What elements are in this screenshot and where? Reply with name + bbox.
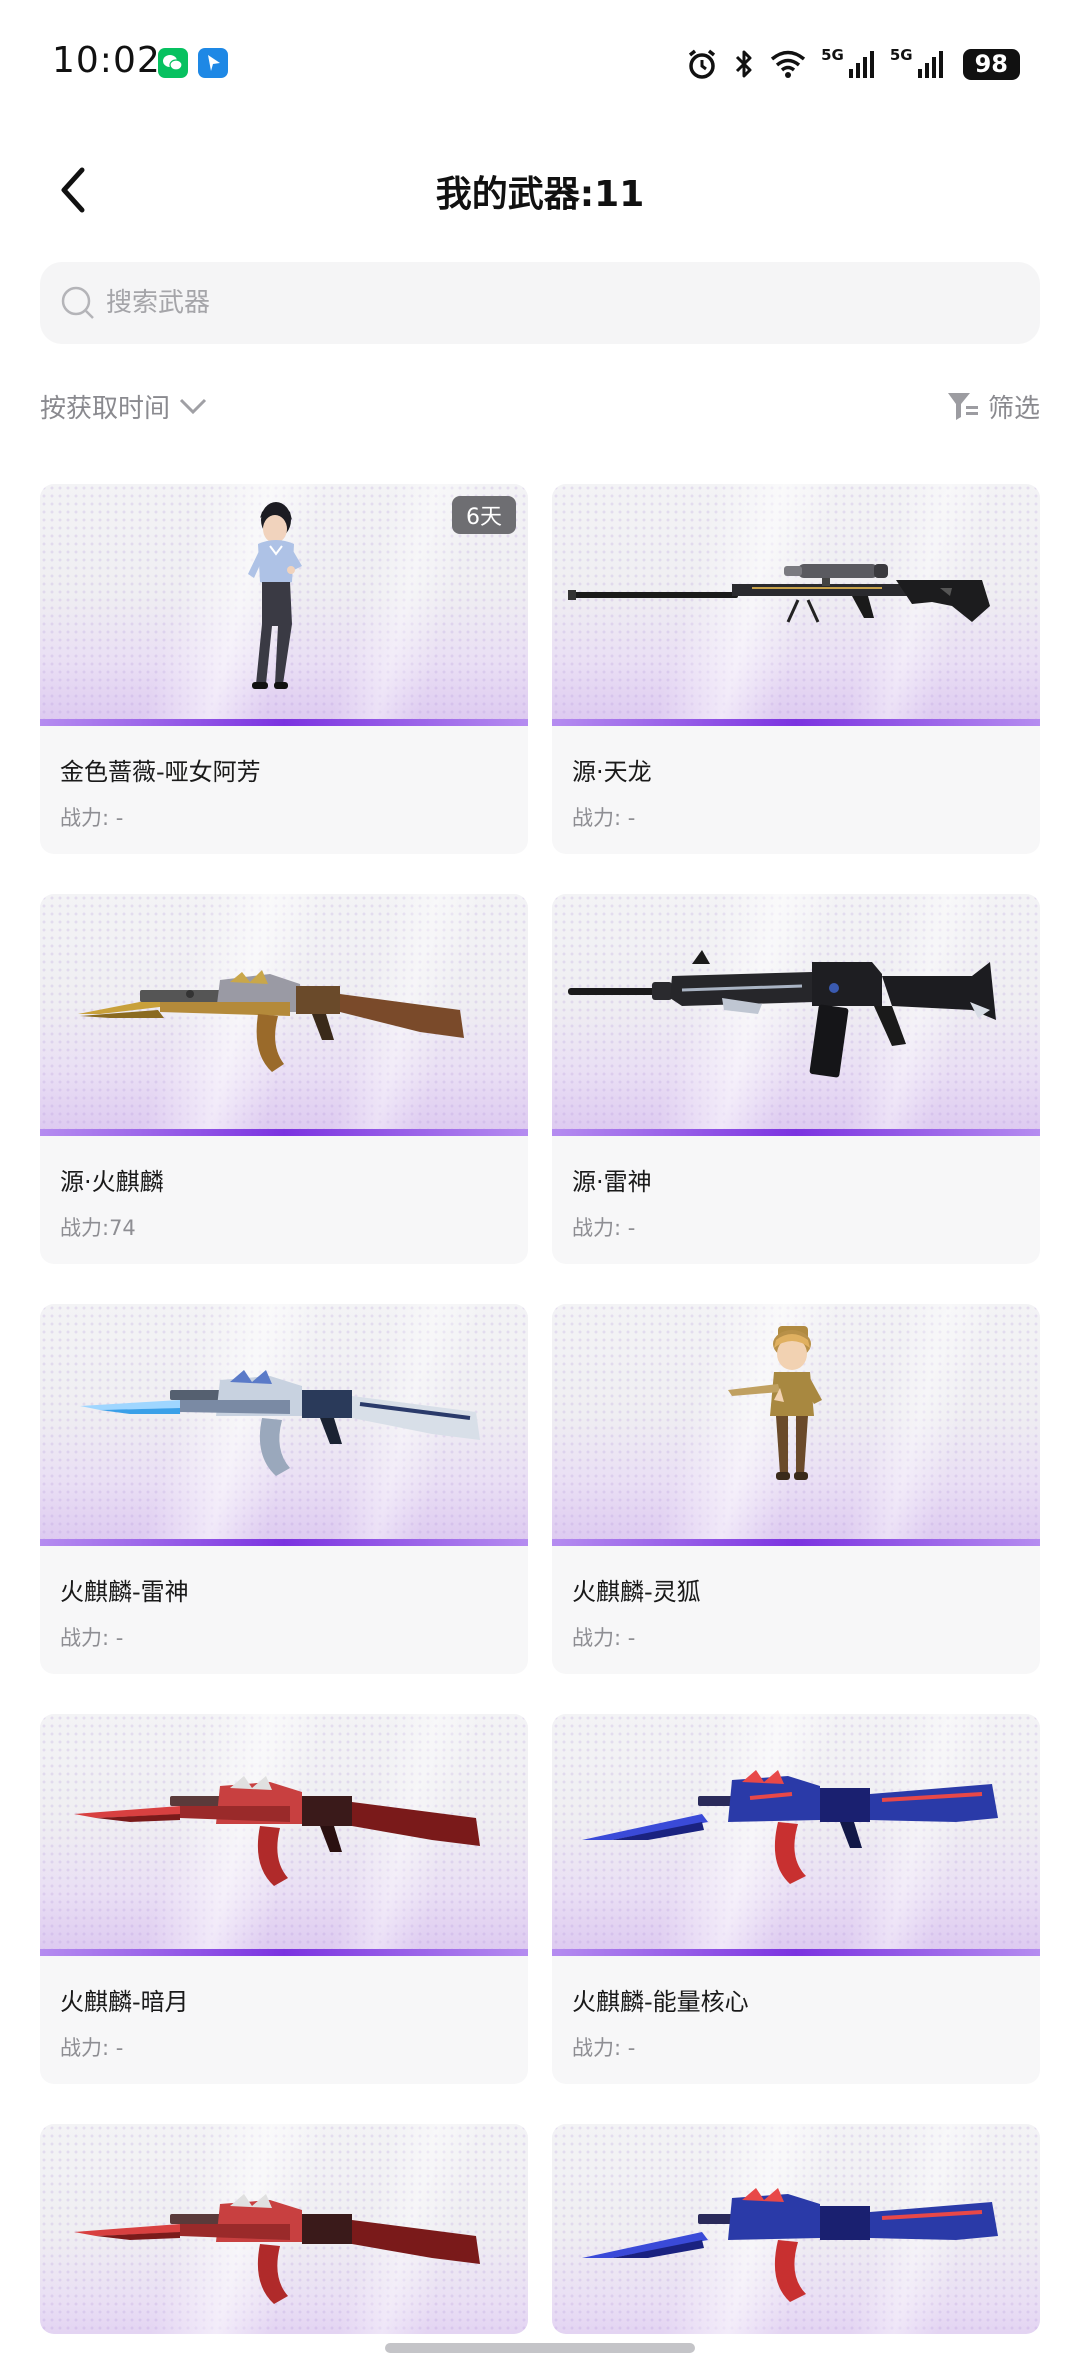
weapon-name: 源·天龙	[572, 758, 652, 786]
network-label: 5G	[889, 46, 913, 64]
ak-gold-image	[78, 970, 464, 1072]
rarity-bar	[40, 1129, 528, 1136]
weapon-power: 战力: -	[60, 1626, 124, 1650]
expiry-badge: 6天	[452, 496, 516, 534]
weapon-power: 战力:74	[60, 1216, 136, 1240]
rarity-bar	[552, 1129, 1040, 1136]
ak-blue-silver-image	[80, 1370, 480, 1476]
character-girl-image	[728, 1326, 822, 1480]
chevron-down-icon	[179, 398, 207, 415]
weapon-image	[552, 894, 1040, 1136]
weapon-image	[40, 2124, 528, 2334]
weapon-power: 战力: -	[60, 806, 124, 830]
status-icons: 5G 5G 98	[685, 44, 1020, 84]
ak-red-image	[74, 1776, 480, 1886]
sort-dropdown[interactable]: 按获取时间	[40, 386, 208, 426]
search-icon	[61, 286, 94, 319]
weapon-name: 源·火麒麟	[60, 1168, 164, 1196]
weapon-image	[40, 1304, 528, 1546]
ak-red-image	[74, 2194, 480, 2304]
weapon-name: 源·雷神	[572, 1168, 652, 1196]
wifi-icon	[769, 49, 807, 79]
weapon-image	[552, 484, 1040, 726]
weapon-name: 金色蔷薇-哑女阿芳	[60, 758, 261, 786]
weapon-card[interactable]: 火麒麟-暗月 战力: -	[40, 1714, 528, 2084]
weapon-card[interactable]: 源·火麒麟 战力:74	[40, 894, 528, 1264]
weapon-name: 火麒麟-雷神	[60, 1578, 189, 1606]
signal-5g-icon	[917, 49, 945, 79]
filter-button[interactable]: 筛选	[946, 386, 1040, 426]
ak-blue-red-image	[582, 1770, 998, 1884]
alarm-icon	[685, 47, 719, 81]
weapon-card[interactable]: 源·天龙 战力: -	[552, 484, 1040, 854]
rarity-bar	[552, 1539, 1040, 1546]
weapon-card[interactable]	[552, 2124, 1040, 2334]
m4-black-image	[568, 950, 996, 1078]
weapon-card[interactable]: 火麒麟-雷神 战力: -	[40, 1304, 528, 1674]
ak-blue-red-image	[582, 2188, 998, 2302]
home-indicator[interactable]	[385, 2343, 695, 2353]
weapon-image	[552, 2124, 1040, 2334]
weapon-name: 火麒麟-暗月	[60, 1988, 189, 2016]
sniper-rifle-image	[568, 564, 990, 623]
filter-icon	[947, 393, 978, 420]
weapon-card[interactable]	[40, 2124, 528, 2334]
rarity-bar	[552, 1949, 1040, 1956]
weapon-image	[552, 1714, 1040, 1956]
battery-indicator: 98	[962, 48, 1020, 80]
rarity-bar	[40, 719, 528, 726]
weapon-name: 火麒麟-能量核心	[572, 1988, 749, 2016]
weapon-power: 战力: -	[572, 1626, 636, 1650]
search-input[interactable]	[106, 288, 986, 318]
rarity-bar	[40, 1949, 528, 1956]
weapon-grid: 6天 金色蔷薇-哑女阿芳 战力: - 源·天龙 战力: - 源·火麒麟 战力:7…	[40, 484, 1040, 2334]
weapon-image	[40, 1714, 528, 1956]
weapon-power: 战力: -	[60, 2036, 124, 2060]
weapon-name: 火麒麟-灵狐	[572, 1578, 701, 1606]
weapon-card[interactable]: 火麒麟-能量核心 战力: -	[552, 1714, 1040, 2084]
sort-label: 按获取时间	[40, 393, 171, 424]
weapon-card[interactable]: 火麒麟-灵狐 战力: -	[552, 1304, 1040, 1674]
weapon-image	[40, 894, 528, 1136]
filter-label: 筛选	[987, 393, 1040, 424]
weapon-power: 战力: -	[572, 1216, 636, 1240]
weapon-image	[552, 1304, 1040, 1546]
rarity-bar	[40, 1539, 528, 1546]
rarity-bar	[552, 719, 1040, 726]
weapon-power: 战力: -	[572, 806, 636, 830]
wechat-icon	[158, 48, 188, 78]
network-label: 5G	[821, 46, 844, 64]
maps-icon	[198, 48, 228, 78]
page-title: 我的武器:11	[435, 174, 645, 215]
status-bar: 10:02 5G 5G 98	[0, 0, 1080, 130]
status-time: 10:02	[52, 40, 161, 81]
search-bar[interactable]	[40, 262, 1040, 344]
weapon-card[interactable]: 源·雷神 战力: -	[552, 894, 1040, 1264]
signal-5g-icon	[848, 49, 876, 79]
weapon-card[interactable]: 6天 金色蔷薇-哑女阿芳 战力: -	[40, 484, 528, 854]
bluetooth-icon	[733, 47, 755, 81]
weapon-power: 战力: -	[572, 2036, 636, 2060]
weapon-image: 6天	[40, 484, 528, 726]
